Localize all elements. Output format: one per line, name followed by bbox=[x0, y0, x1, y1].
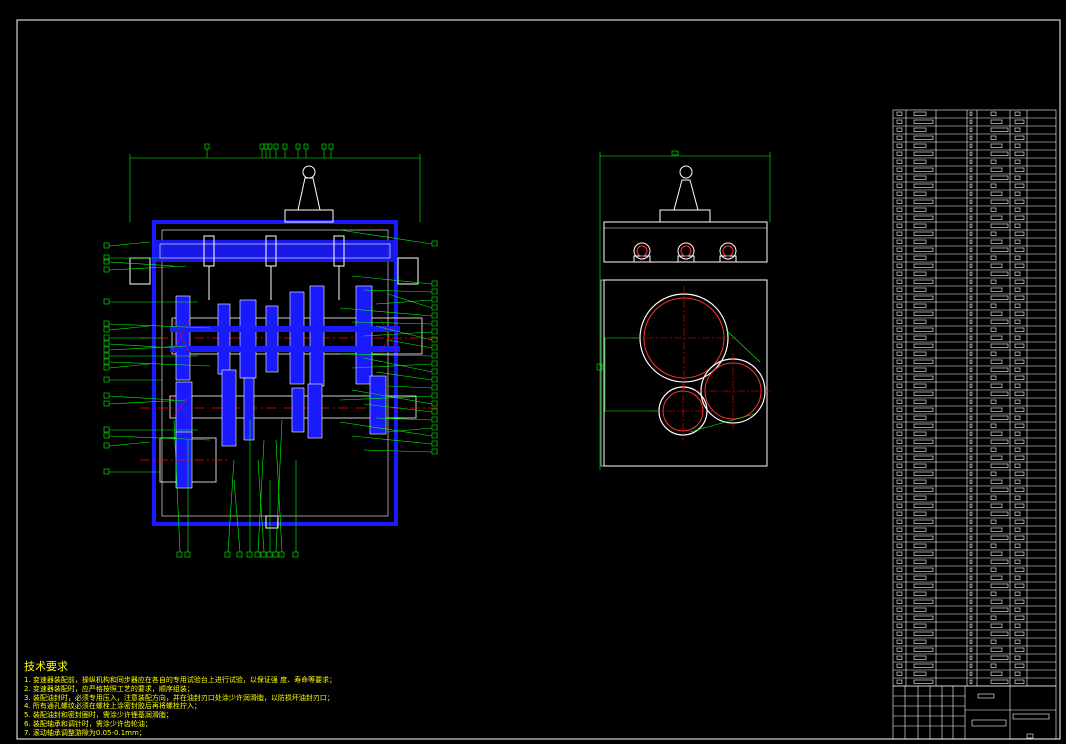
technical-requirements-title: 技术要求 bbox=[24, 660, 68, 673]
requirement-line: 4. 所有通孔螺纹必须在螺栓上涂密封胶后再将螺栓拧入； bbox=[24, 702, 201, 711]
requirement-line: 5. 装配油封和密封圈时，需涂少许锂基润滑脂； bbox=[24, 711, 173, 720]
requirement-line: 1. 变速器装配前，操纵机构和同步器应在各自的专用试验台上进行试验，以保证强 度… bbox=[24, 676, 337, 684]
assembly-drawing bbox=[0, 0, 1066, 744]
requirement-line: 7. 滚动轴承调整游隙为0.05-0.1mm； bbox=[24, 728, 146, 737]
requirement-line: 6. 装配轴承和调针时，需涂少许齿轮油； bbox=[24, 719, 152, 728]
technical-requirements: 技术要求 1. 变速器装配前，操纵机构和同步器应在各自的专用试验台上进行试验，以… bbox=[24, 658, 336, 738]
requirement-line: 2. 变速器装配时，应严格按照工艺的要求，顺序组装； bbox=[24, 684, 194, 693]
